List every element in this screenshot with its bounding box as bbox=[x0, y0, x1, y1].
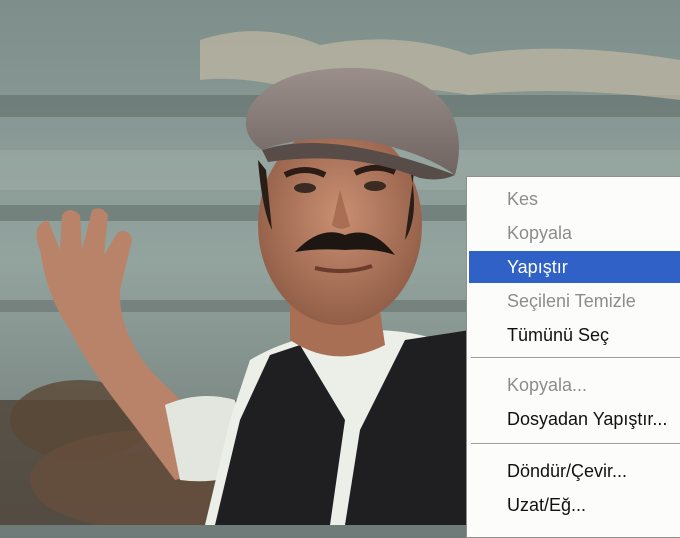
menu-item-label: Kopyala bbox=[507, 223, 573, 243]
menu-item-label: Uzat/Eğ... bbox=[507, 495, 587, 515]
context-menu: Kes Kopyala Yapıştır Seçileni Temizle Tü… bbox=[466, 176, 680, 538]
menu-item-copy-to[interactable]: Kopyala... bbox=[469, 369, 680, 401]
menu-item-paste[interactable]: Yapıştır bbox=[469, 251, 680, 283]
menu-item-cut[interactable]: Kes bbox=[469, 183, 680, 215]
menu-separator bbox=[471, 357, 680, 359]
menu-item-rotate-flip[interactable]: Döndür/Çevir... bbox=[469, 455, 680, 487]
menu-separator bbox=[471, 443, 680, 445]
menu-item-copy[interactable]: Kopyala bbox=[469, 217, 680, 249]
menu-item-label: Dosyadan Yapıştır... bbox=[507, 409, 668, 429]
menu-item-label: Tümünü Seç bbox=[507, 325, 610, 345]
menu-item-clear-selection[interactable]: Seçileni Temizle bbox=[469, 285, 680, 317]
menu-item-label: Seçileni Temizle bbox=[507, 291, 636, 311]
menu-item-paste-from-file[interactable]: Dosyadan Yapıştır... bbox=[469, 403, 680, 435]
menu-item-label: Kopyala... bbox=[507, 375, 588, 395]
menu-item-label: Döndür/Çevir... bbox=[507, 461, 628, 481]
menu-item-label: Kes bbox=[507, 189, 539, 209]
menu-item-stretch-skew[interactable]: Uzat/Eğ... bbox=[469, 489, 680, 521]
menu-item-select-all[interactable]: Tümünü Seç bbox=[469, 319, 680, 351]
menu-item-label: Yapıştır bbox=[507, 257, 568, 277]
